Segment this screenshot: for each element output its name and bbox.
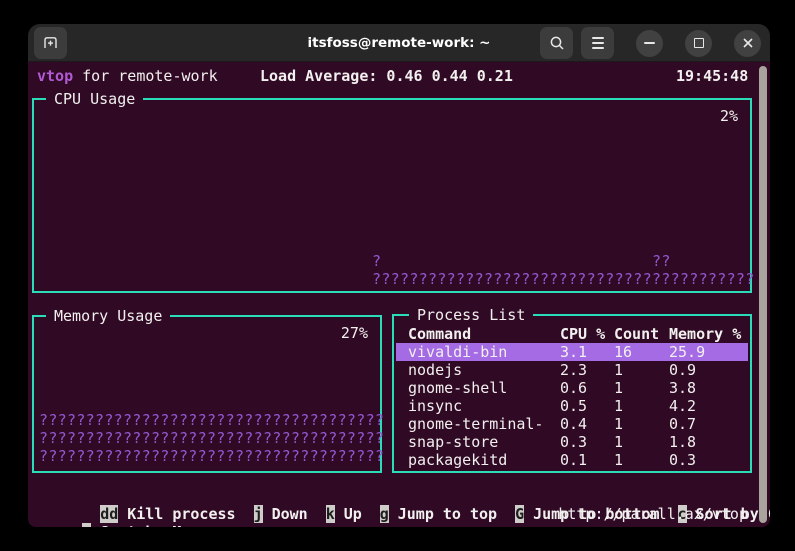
- process-command: gnome-terminal-: [408, 415, 543, 433]
- memory-graph-glyphs: ?????????????????????????????????????: [39, 411, 384, 429]
- process-memory: 0.7: [669, 415, 696, 433]
- search-icon: [549, 35, 565, 51]
- app-suffix: for remote-work: [73, 67, 218, 85]
- titlebar[interactable]: itsfoss@remote-work: ~: [28, 24, 770, 62]
- maximize-icon: [694, 38, 704, 48]
- legend-label: Up: [344, 505, 362, 523]
- process-count: 1: [614, 379, 623, 397]
- column-header-command: Command: [408, 325, 471, 343]
- key-badge: g: [380, 505, 389, 523]
- vtop-header: vtop for remote-work: [37, 67, 218, 85]
- memory-usage-box: Memory Usage 27% ???????????????????????…: [32, 315, 382, 473]
- process-row-selected[interactable]: vivaldi-bin 3.1 16 25.9: [396, 343, 748, 361]
- process-command: gnome-shell: [408, 379, 507, 397]
- process-row[interactable]: packagekitd 0.1 1 0.3: [396, 451, 748, 469]
- process-command: packagekitd: [408, 451, 507, 469]
- memory-box-title: Memory Usage: [46, 307, 170, 325]
- column-header-cpu: CPU %: [560, 325, 605, 343]
- process-memory: 4.2: [669, 397, 696, 415]
- process-memory: 0.3: [669, 451, 696, 469]
- new-tab-button[interactable]: [34, 27, 67, 59]
- process-count: 1: [614, 361, 623, 379]
- scrollbar[interactable]: [759, 66, 767, 523]
- process-count: 16: [614, 343, 632, 361]
- process-row[interactable]: gnome-shell 0.6 1 3.8: [396, 379, 748, 397]
- key-badge: G: [515, 505, 524, 523]
- process-cpu: 0.6: [560, 379, 587, 397]
- menu-icon: [592, 37, 604, 49]
- process-cpu: 3.1: [560, 343, 587, 361]
- terminal-window: itsfoss@remote-work: ~: [28, 24, 770, 527]
- key-badge: k: [326, 505, 335, 523]
- process-list-box: Process List Command CPU % Count Memory …: [392, 314, 752, 473]
- process-row[interactable]: gnome-terminal- 0.4 1 0.7: [396, 415, 748, 433]
- clock: 19:45:48: [676, 67, 748, 85]
- search-button[interactable]: [540, 27, 573, 59]
- legend-sort-mem: mSort by Mem: [28, 505, 200, 523]
- minimize-icon: [644, 42, 655, 44]
- process-command: vivaldi-bin: [408, 343, 507, 361]
- close-icon: [742, 37, 754, 49]
- process-count: 1: [614, 451, 623, 469]
- terminal-content: vtop for remote-work Load Average: 0.46 …: [28, 62, 770, 527]
- process-row[interactable]: nodejs 2.3 1 0.9: [396, 361, 748, 379]
- key-badge: j: [254, 505, 263, 523]
- legend-label: Down: [272, 505, 308, 523]
- keybinding-legend: ddKill processjDownkUpgJump to topGJump …: [46, 487, 770, 505]
- process-command: nodejs: [408, 361, 462, 379]
- process-count: 1: [614, 397, 623, 415]
- cpu-graph-glyphs: ?: [372, 252, 381, 270]
- process-row[interactable]: insync 0.5 1 4.2: [396, 397, 748, 415]
- process-command: insync: [408, 397, 462, 415]
- memory-graph-glyphs: ?????????????????????????????????????: [39, 429, 384, 447]
- legend-jump-top: g Jump to top: [380, 505, 497, 523]
- process-memory: 1.8: [669, 433, 696, 451]
- cpu-percent: 2%: [720, 107, 738, 125]
- column-header-count: Count: [614, 325, 659, 343]
- process-cpu: 2.3: [560, 361, 587, 379]
- process-memory: 3.8: [669, 379, 696, 397]
- legend-up: k Up: [326, 505, 362, 523]
- cpu-graph-glyphs: ??: [652, 252, 671, 270]
- process-cpu: 0.5: [560, 397, 587, 415]
- process-count: 1: [614, 433, 623, 451]
- column-header-memory: Memory %: [669, 325, 741, 343]
- menu-button[interactable]: [581, 27, 614, 59]
- process-memory: 0.9: [669, 361, 696, 379]
- cpu-usage-box: CPU Usage 2% ? ?? ??????????????????????…: [32, 98, 752, 293]
- process-cpu: 0.1: [560, 451, 587, 469]
- process-count: 1: [614, 415, 623, 433]
- process-command: snap-store: [408, 433, 498, 451]
- load-average: Load Average: 0.46 0.44 0.21: [260, 67, 513, 85]
- process-cpu: 0.3: [560, 433, 587, 451]
- new-tab-icon: [42, 34, 59, 51]
- process-memory: 25.9: [669, 343, 705, 361]
- process-table-header: Command CPU % Count Memory %: [396, 325, 748, 343]
- legend-label: Jump to top: [398, 505, 497, 523]
- memory-graph-glyphs: ?????????????????????????????????????: [39, 447, 384, 465]
- process-cpu: 0.4: [560, 415, 587, 433]
- key-badge: m: [82, 523, 91, 527]
- vtop-url: http://parall.ax/vtop: [558, 505, 748, 523]
- maximize-button[interactable]: [685, 30, 712, 57]
- cpu-box-title: CPU Usage: [46, 90, 143, 108]
- memory-percent: 27%: [341, 324, 368, 342]
- legend-down: j Down: [254, 505, 308, 523]
- cpu-graph-glyphs: ????????????????????????????????????????…: [372, 270, 755, 288]
- app-name: vtop: [37, 67, 73, 85]
- close-button[interactable]: [734, 30, 761, 57]
- minimize-button[interactable]: [636, 30, 663, 57]
- process-list-title: Process List: [409, 306, 533, 324]
- process-row[interactable]: snap-store 0.3 1 1.8: [396, 433, 748, 451]
- legend-label: Sort by Mem: [100, 523, 199, 527]
